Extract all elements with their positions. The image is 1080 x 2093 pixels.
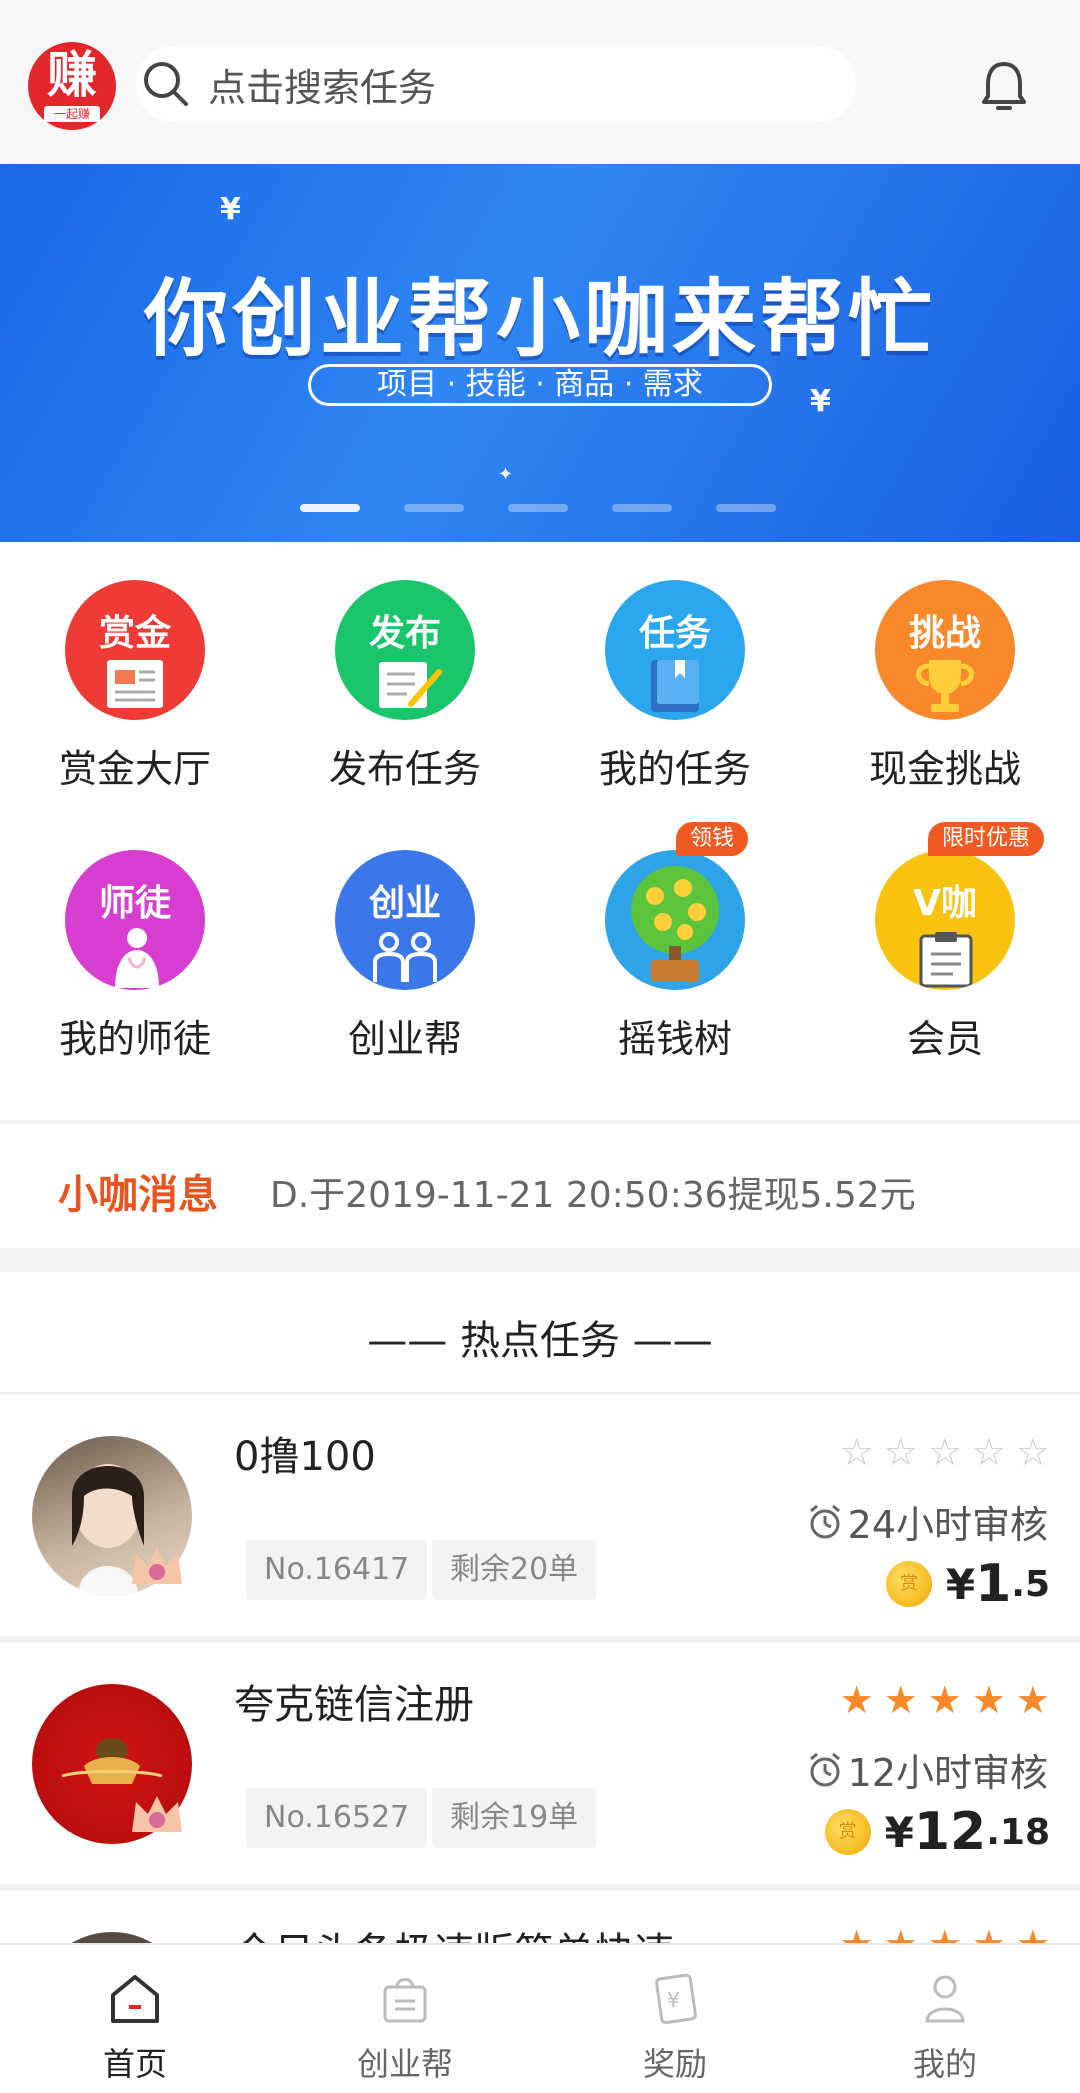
task-number: No.16527 <box>246 1788 428 1848</box>
review-time: 24小时审核 <box>806 1494 1048 1549</box>
startup-icon: 创业 <box>335 850 475 990</box>
bottom-tab-bar: 首页 创业帮 ¥ 奖励 我的 <box>0 1943 1080 2093</box>
news-title: 小咖消息 <box>58 1172 218 1218</box>
tab-rewards[interactable]: ¥ 奖励 <box>540 1945 810 2093</box>
coin-icon: 赏 <box>885 1561 932 1607</box>
tab-startup[interactable]: 创业帮 <box>270 1945 540 2093</box>
task-name: 0撸100 <box>234 1434 376 1480</box>
mentor-icon: 师徒 <box>65 850 205 990</box>
star-icon: ★ <box>839 1678 874 1722</box>
task-reward: 赏 ¥ 1 .5 <box>885 1554 1050 1614</box>
alarm-clock-icon <box>809 1752 840 1786</box>
star-icon: ☆ <box>883 1430 918 1474</box>
task-name: 夸克链信注册 <box>234 1682 474 1728</box>
task-reward: 赏 ¥ 12 .18 <box>824 1802 1050 1862</box>
task-row[interactable]: 0撸100 No.16417 剩余20单 ☆ ☆ ☆ ☆ ☆ 24小时审核 赏 … <box>0 1392 1080 1636</box>
coin-icon: 赏 <box>824 1809 871 1855</box>
crown-icon <box>132 1548 182 1584</box>
bell-icon[interactable] <box>978 58 1030 112</box>
grid-item-bounty-hall[interactable]: 赏金 赏金大厅 <box>0 552 270 802</box>
star-icon: ★ <box>1015 1678 1050 1722</box>
grid-item-my-apprentices[interactable]: 师徒 我的师徒 <box>0 822 270 1072</box>
task-remaining: 剩余19单 <box>432 1788 597 1848</box>
grid-item-startup-help[interactable]: 创业 创业帮 <box>270 822 540 1072</box>
star-icon: ★ <box>883 1678 918 1722</box>
bag-icon <box>383 1978 427 2023</box>
star-icon: ★ <box>927 1678 962 1722</box>
banner-subtitle: 项目 · 技能 · 商品 · 需求 <box>308 364 772 406</box>
sparkle-icon: ¥ <box>220 192 241 227</box>
review-time: 12小时审核 <box>806 1742 1048 1797</box>
star-icon: ☆ <box>971 1430 1006 1474</box>
reward-icon: ¥ <box>655 1973 697 2024</box>
money-tree-icon <box>605 850 745 990</box>
tab-profile[interactable]: 我的 <box>810 1945 1080 2093</box>
publish-icon: 发布 <box>335 580 475 720</box>
sparkle-icon: ¥ <box>810 384 831 419</box>
rating-stars: ★ ★ ★ ★ ★ <box>840 1680 1050 1720</box>
tab-home[interactable]: 首页 <box>0 1945 270 2093</box>
news-ticker[interactable]: 小咖消息 D.于2019-11-21 20:50:36提现5.52元 <box>0 1124 1080 1248</box>
carousel-dot[interactable] <box>300 504 360 512</box>
task-number: No.16417 <box>246 1540 428 1600</box>
search-input[interactable]: 点击搜索任务 <box>136 46 856 122</box>
carousel-dot[interactable] <box>404 504 464 512</box>
star-icon: ☆ <box>1015 1430 1050 1474</box>
news-message: D.于2019-11-21 20:50:36提现5.52元 <box>270 1175 916 1216</box>
grid-item-cash-challenge[interactable]: 挑战 现金挑战 <box>810 552 1080 802</box>
search-icon <box>138 56 194 112</box>
vip-icon: V咖 <box>875 850 1015 990</box>
alarm-clock-icon <box>809 1504 840 1538</box>
app-logo[interactable]: 赚 一起赚 <box>28 42 116 130</box>
svg-text:¥: ¥ <box>667 1988 680 2012</box>
section-title: —— 热点任务 —— <box>367 1318 713 1364</box>
hot-tasks-section: —— 热点任务 —— <box>0 1272 1080 1392</box>
trophy-icon: 挑战 <box>875 580 1015 720</box>
bounty-icon: 赏金 <box>65 580 205 720</box>
rating-stars: ☆ ☆ ☆ ☆ ☆ <box>840 1432 1050 1472</box>
search-placeholder: 点击搜索任务 <box>208 65 437 110</box>
header-bar: 赚 一起赚 点击搜索任务 <box>0 0 1080 164</box>
grid-item-publish-task[interactable]: 发布 发布任务 <box>270 552 540 802</box>
star-icon: ☆ <box>839 1430 874 1474</box>
grid-item-my-tasks[interactable]: 任务 我的任务 <box>540 552 810 802</box>
task-book-icon: 任务 <box>605 580 745 720</box>
banner-title: 你创业帮小咖来帮忙 <box>143 270 936 368</box>
sparkle-icon: ✦ <box>498 464 514 485</box>
feature-grid: 赏金 赏金大厅 发布 发布任务 任务 我的任务 挑战 现金挑战 师徒 我的师徒 <box>0 542 1080 1120</box>
home-icon <box>111 1975 159 2023</box>
task-row[interactable]: 夸克链信注册 No.16527 剩余19单 ★ ★ ★ ★ ★ 12小时审核 赏… <box>0 1640 1080 1884</box>
promo-tag: 限时优惠 <box>928 822 1045 856</box>
grid-item-money-tree[interactable]: 领钱 摇钱树 <box>540 822 810 1072</box>
carousel-dot[interactable] <box>612 504 672 512</box>
grid-item-membership[interactable]: V咖 限时优惠 会员 <box>810 822 1080 1072</box>
profile-icon <box>925 1975 965 2023</box>
task-remaining: 剩余20单 <box>432 1540 597 1600</box>
carousel-dot[interactable] <box>716 504 776 512</box>
star-icon: ★ <box>971 1678 1006 1722</box>
promo-banner[interactable]: ¥ ¥ ✦ 你创业帮小咖来帮忙 项目 · 技能 · 商品 · 需求 <box>0 164 1080 542</box>
carousel-dot[interactable] <box>508 504 568 512</box>
promo-tag: 领钱 <box>676 822 749 856</box>
crown-icon <box>132 1796 182 1832</box>
carousel-indicator <box>300 504 776 512</box>
star-icon: ☆ <box>927 1430 962 1474</box>
